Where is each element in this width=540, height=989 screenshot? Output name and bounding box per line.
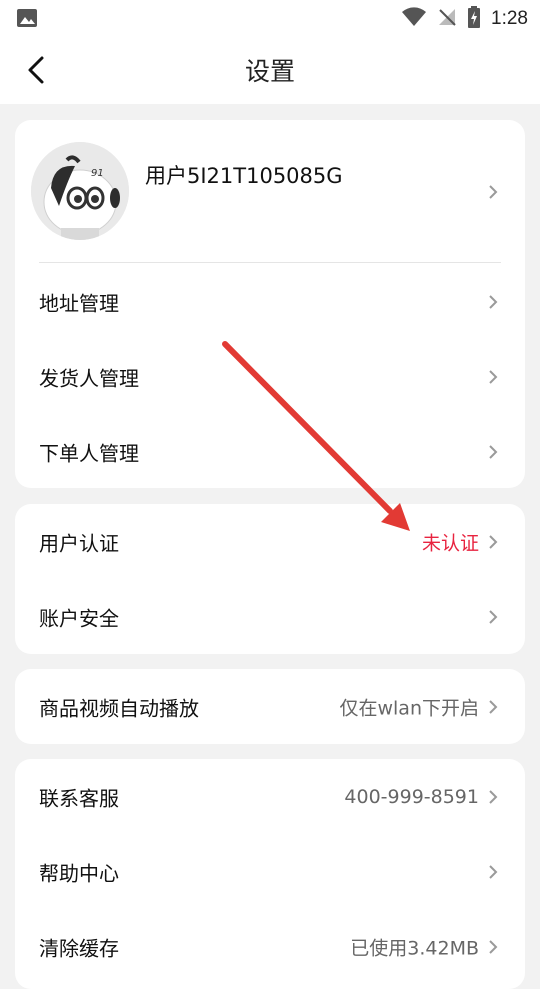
avatar-badge-text: 91	[91, 168, 104, 179]
address-management-row[interactable]: 地址管理	[15, 264, 525, 339]
row-label: 商品视频自动播放	[39, 696, 199, 720]
video-card: 商品视频自动播放 仅在wlan下开启	[15, 669, 525, 744]
chevron-right-icon	[487, 294, 499, 310]
support-card: 联系客服 400-999-8591 帮助中心 清除缓存 已使用3.42MB	[15, 759, 525, 989]
video-autoplay-row[interactable]: 商品视频自动播放 仅在wlan下开启	[15, 669, 525, 744]
battery-icon	[467, 6, 481, 32]
row-label: 地址管理	[39, 291, 119, 315]
status-bar: 1:28	[0, 0, 540, 36]
chevron-right-icon	[487, 534, 499, 550]
shipper-management-row[interactable]: 发货人管理	[15, 339, 525, 414]
image-notification-icon	[16, 8, 38, 32]
row-label: 用户认证	[39, 531, 119, 555]
security-card: 用户认证 未认证 账户安全	[15, 504, 525, 654]
autoplay-setting-value: 仅在wlan下开启	[339, 697, 479, 719]
status-time: 1:28	[491, 8, 528, 29]
account-card: 91 用户5I21T105085G 地址管理 发货人管理 下单人管理	[15, 120, 525, 488]
row-label: 帮助中心	[39, 861, 119, 885]
row-label: 联系客服	[39, 786, 119, 810]
profile-row[interactable]: 91 用户5I21T105085G	[15, 120, 525, 262]
chevron-right-icon	[487, 184, 499, 200]
orderer-management-row[interactable]: 下单人管理	[15, 414, 525, 489]
chevron-right-icon	[487, 444, 499, 460]
row-label: 账户安全	[39, 606, 119, 630]
row-label: 发货人管理	[39, 366, 139, 390]
username: 用户5I21T105085G	[145, 164, 343, 188]
chevron-right-icon	[487, 369, 499, 385]
wifi-icon	[401, 7, 427, 31]
chevron-right-icon	[487, 939, 499, 955]
account-security-row[interactable]: 账户安全	[15, 579, 525, 654]
chevron-right-icon	[487, 864, 499, 880]
contact-service-row[interactable]: 联系客服 400-999-8591	[15, 759, 525, 834]
row-label: 清除缓存	[39, 936, 119, 960]
chevron-right-icon	[487, 699, 499, 715]
page-title: 设置	[244, 57, 295, 86]
row-label: 下单人管理	[39, 441, 139, 465]
chevron-right-icon	[487, 609, 499, 625]
service-phone: 400-999-8591	[344, 785, 479, 808]
user-verification-row[interactable]: 用户认证 未认证	[15, 504, 525, 579]
top-bar: 设置	[0, 36, 540, 104]
cache-size: 已使用3.42MB	[350, 937, 479, 959]
no-signal-icon	[437, 7, 457, 31]
divider	[39, 262, 501, 263]
verification-status: 未认证	[421, 532, 479, 554]
chevron-right-icon	[487, 789, 499, 805]
avatar[interactable]: 91	[31, 142, 129, 240]
clear-cache-row[interactable]: 清除缓存 已使用3.42MB	[15, 909, 525, 984]
help-center-row[interactable]: 帮助中心	[15, 834, 525, 909]
